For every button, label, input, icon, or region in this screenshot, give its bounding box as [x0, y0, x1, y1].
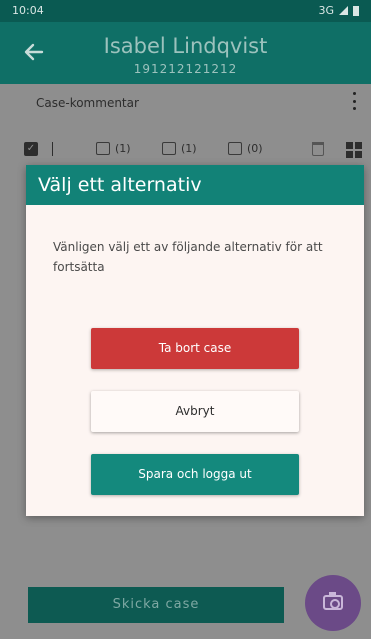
grid-view-toggle[interactable]: [346, 142, 362, 158]
network-type: 3G: [318, 4, 334, 17]
cancel-button[interactable]: Avbryt: [91, 391, 299, 432]
video-icon: [228, 142, 242, 155]
delete-attachments[interactable]: [312, 142, 324, 156]
status-indicators: 3G: [318, 4, 359, 17]
send-case-button[interactable]: Skicka case: [28, 587, 284, 623]
checkbox-icon: ✓: [24, 142, 38, 156]
attachment-toolbar: ✓ (1) (1) (0): [24, 142, 364, 162]
more-options-icon[interactable]: [351, 92, 357, 110]
battery-icon: [353, 5, 359, 16]
grid-icon: [346, 142, 362, 158]
case-comment-label[interactable]: Case-kommentar: [36, 96, 139, 110]
dialog-title: Välj ett alternativ: [26, 165, 364, 205]
videos-count: (0): [247, 142, 263, 155]
camera-fab-button[interactable]: [305, 575, 361, 631]
choose-option-dialog: Välj ett alternativ Vänligen välj ett av…: [26, 165, 364, 516]
dialog-message: Vänligen välj ett av följande alternativ…: [53, 240, 323, 274]
camera-icon: [323, 592, 343, 610]
status-time: 10:04: [12, 4, 44, 17]
select-all-checkbox[interactable]: ✓: [24, 142, 38, 156]
personal-number: 191212121212: [133, 62, 238, 76]
toolbar-separator: [52, 142, 53, 156]
trash-icon: [312, 142, 324, 156]
delete-case-button[interactable]: Ta bort case: [91, 328, 299, 369]
status-bar: 10:04 3G: [0, 0, 371, 22]
patient-name: Isabel Lindqvist: [103, 34, 268, 58]
documents-count: (1): [115, 142, 131, 155]
documents-filter[interactable]: (1): [96, 142, 131, 155]
app-header: Isabel Lindqvist 191212121212: [0, 22, 371, 84]
save-and-logout-button[interactable]: Spara och logga ut: [91, 454, 299, 495]
images-count: (1): [181, 142, 197, 155]
image-icon: [162, 142, 176, 155]
signal-icon: [339, 6, 348, 15]
separator: [52, 142, 53, 156]
document-icon: [96, 142, 110, 155]
images-filter[interactable]: (1): [162, 142, 197, 155]
videos-filter[interactable]: (0): [228, 142, 263, 155]
